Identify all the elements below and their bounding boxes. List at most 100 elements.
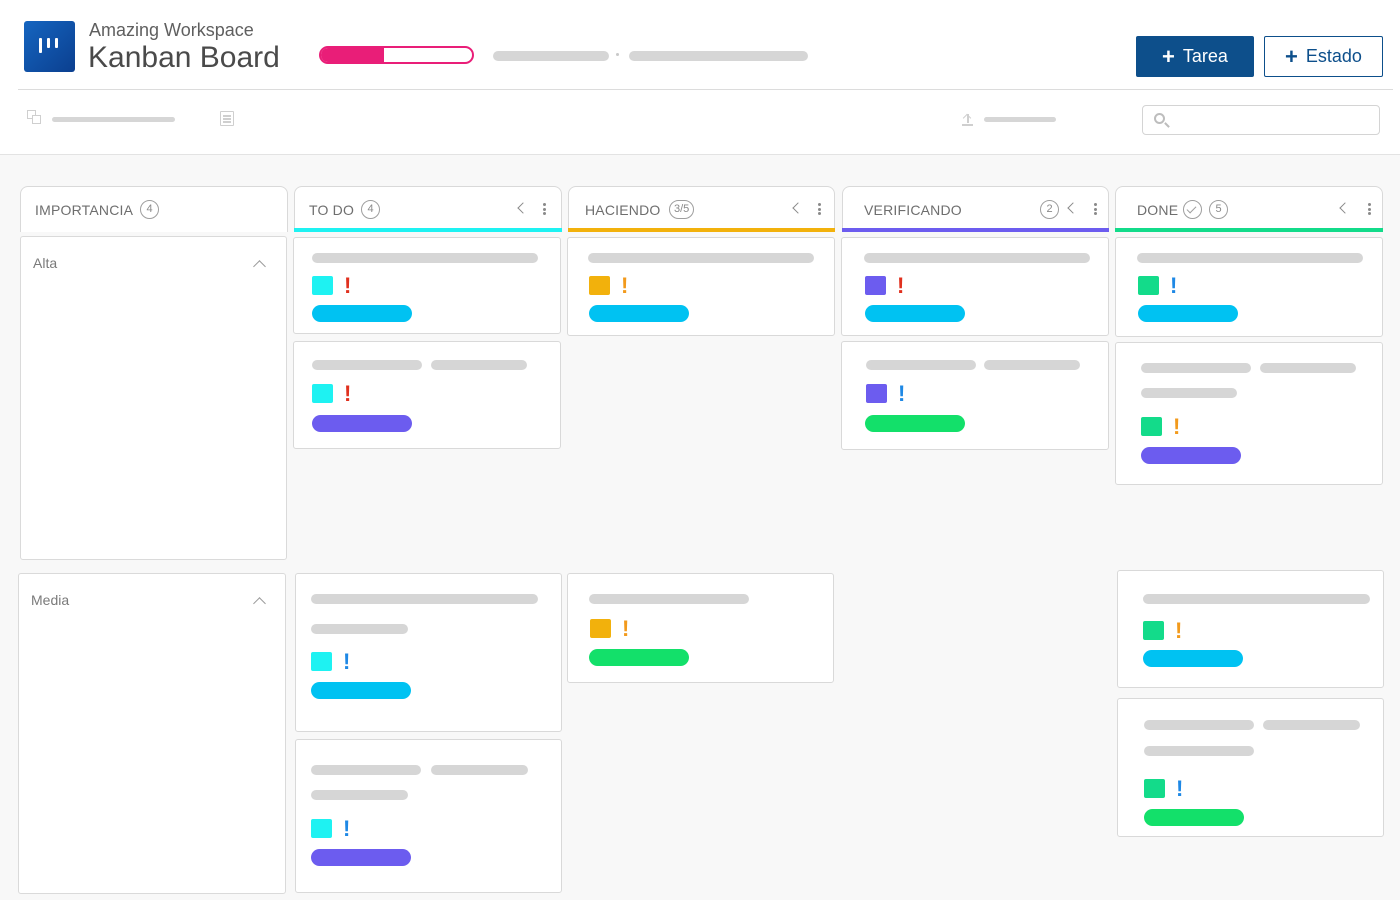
placeholder-text [52, 117, 175, 122]
task-card[interactable]: ! [295, 739, 562, 893]
task-card[interactable]: ! [293, 237, 561, 334]
collapse-lane-icon[interactable] [253, 260, 266, 273]
priority-low-icon: ! [343, 816, 351, 841]
swimlane-high: Alta [20, 236, 287, 560]
category-tag [1144, 809, 1244, 826]
search-box[interactable] [1142, 105, 1380, 135]
priority-high-icon: ! [344, 381, 352, 406]
category-tag [1141, 447, 1241, 464]
new-status-button[interactable]: + Estado [1264, 36, 1383, 77]
card-title-placeholder [1144, 746, 1254, 756]
copy-icon[interactable] [27, 110, 42, 125]
task-card[interactable]: ! [1117, 698, 1384, 837]
group-column-header: IMPORTANCIA 4 [20, 186, 288, 232]
group-column-title: IMPORTANCIA [35, 202, 134, 218]
priority-high-icon: ! [897, 273, 905, 298]
column-menu-icon[interactable] [818, 203, 821, 215]
status-color-tag [589, 276, 610, 295]
top-bar: Amazing Workspace Kanban Board + Tarea +… [0, 0, 1400, 155]
column-title: TO DO [309, 202, 355, 218]
separator-dot [616, 53, 619, 56]
new-task-button[interactable]: + Tarea [1136, 36, 1254, 77]
card-title-placeholder [312, 253, 538, 263]
task-card[interactable]: ! [295, 573, 562, 732]
task-card[interactable]: ! [841, 341, 1109, 450]
card-title-placeholder [1141, 363, 1251, 373]
placeholder-text [493, 51, 609, 61]
new-status-label: Estado [1305, 46, 1362, 66]
card-title-placeholder [1144, 720, 1254, 730]
status-color-tag [590, 619, 611, 638]
column-color-bar [568, 228, 835, 232]
collapse-lane-icon[interactable] [253, 597, 266, 610]
category-tag [589, 305, 689, 322]
category-tag [312, 415, 412, 432]
card-title-placeholder [311, 624, 408, 634]
status-color-tag [865, 276, 886, 295]
status-color-tag [1138, 276, 1159, 295]
status-color-tag [1141, 417, 1162, 436]
column-title: HACIENDO [585, 202, 661, 218]
card-title-placeholder [864, 253, 1090, 263]
priority-high-icon: ! [344, 273, 352, 298]
plus-icon: + [1285, 43, 1298, 69]
card-title-placeholder [588, 253, 814, 263]
task-card[interactable]: ! [567, 237, 835, 336]
status-color-tag [1144, 779, 1165, 798]
category-tag [1138, 305, 1238, 322]
card-title-placeholder [1260, 363, 1356, 373]
collapse-column-icon[interactable] [517, 202, 529, 214]
task-card[interactable]: ! [1115, 342, 1383, 485]
collapse-column-icon[interactable] [1067, 202, 1079, 214]
category-tag [1143, 650, 1243, 667]
task-card[interactable]: ! [293, 341, 561, 449]
placeholder-text [984, 117, 1056, 122]
status-color-tag [866, 384, 887, 403]
collapse-column-icon[interactable] [1339, 202, 1351, 214]
swimlane-label: Alta [33, 255, 58, 271]
new-task-label: Tarea [1182, 46, 1228, 66]
status-color-tag [312, 384, 333, 403]
priority-medium-icon: ! [621, 273, 629, 298]
task-card[interactable]: ! [567, 573, 834, 683]
priority-low-icon: ! [1170, 273, 1178, 298]
priority-low-icon: ! [1176, 776, 1184, 801]
column-menu-icon[interactable] [1368, 203, 1371, 215]
workspace-logo-icon[interactable] [24, 21, 75, 72]
category-tag [865, 305, 965, 322]
task-card[interactable]: ! [1115, 237, 1383, 337]
task-card[interactable]: ! [1117, 570, 1384, 688]
progress-fill [321, 48, 385, 62]
list-icon[interactable] [220, 111, 234, 126]
column-menu-icon[interactable] [1094, 203, 1097, 215]
column-header-todo: TO DO 4 [294, 186, 562, 232]
upload-icon[interactable] [962, 112, 974, 126]
collapse-column-icon[interactable] [792, 202, 804, 214]
column-header-done: DONE 5 [1115, 186, 1383, 232]
priority-medium-icon: ! [1175, 618, 1183, 643]
check-circle-icon [1183, 200, 1202, 219]
column-header-doing: HACIENDO 3/5 [568, 186, 835, 232]
column-count-badge: 2 [1040, 200, 1059, 219]
card-title-placeholder [311, 594, 538, 604]
task-card[interactable]: ! [841, 237, 1109, 336]
priority-medium-icon: ! [1173, 414, 1181, 439]
status-color-tag [311, 819, 332, 838]
card-title-placeholder [431, 765, 528, 775]
column-menu-icon[interactable] [543, 203, 546, 215]
card-title-placeholder [589, 594, 749, 604]
column-color-bar [1115, 228, 1383, 232]
status-color-tag [311, 652, 332, 671]
category-tag [311, 682, 411, 699]
board-title: Kanban Board [88, 41, 280, 74]
column-color-bar [294, 228, 562, 232]
column-count-badge: 3/5 [669, 200, 695, 219]
card-title-placeholder [1137, 253, 1363, 263]
card-title-placeholder [431, 360, 527, 370]
header-divider [18, 89, 1393, 90]
card-title-placeholder [1141, 388, 1237, 398]
plus-icon: + [1162, 43, 1175, 69]
search-input[interactable] [1175, 110, 1371, 130]
card-title-placeholder [1143, 594, 1370, 604]
column-title: VERIFICANDO [864, 202, 962, 218]
